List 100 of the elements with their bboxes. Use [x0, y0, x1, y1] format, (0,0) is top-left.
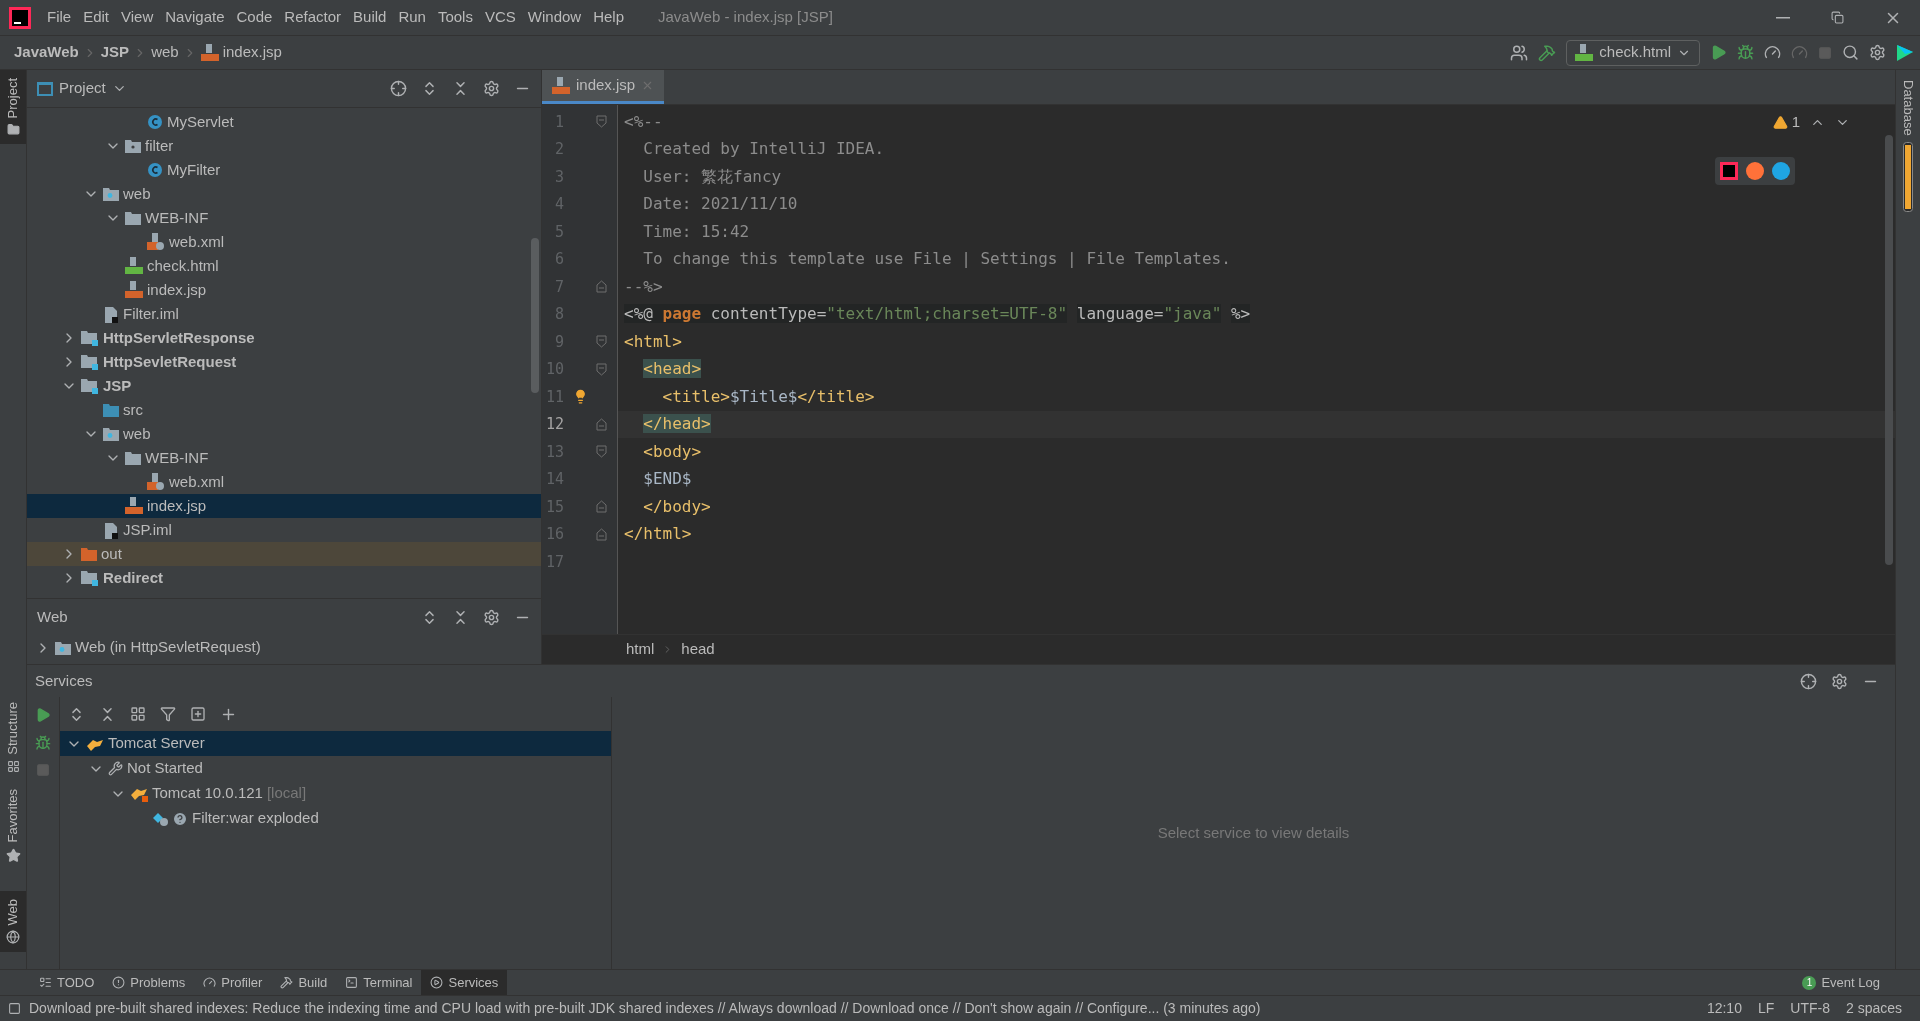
tool-tab[interactable]: Problems	[103, 969, 195, 996]
tree-item[interactable]: filter	[145, 134, 174, 158]
jsp-file-icon	[552, 76, 570, 95]
tree-item[interactable]: HttpServletResponse	[103, 326, 255, 350]
status-item[interactable]: 2 spaces	[1845, 998, 1902, 1019]
tree-item[interactable]: web	[123, 182, 151, 206]
tree-item[interactable]: WEB-INF	[145, 446, 209, 470]
menu-item[interactable]: Navigate	[159, 6, 231, 29]
event-log-button[interactable]: 1 Event Log	[1802, 972, 1880, 993]
breadcrumb[interactable]: head	[681, 638, 715, 661]
locate-icon[interactable]	[390, 80, 407, 97]
settings-icon[interactable]	[483, 80, 500, 97]
tool-tab[interactable]: TODO	[30, 969, 104, 996]
code-line: Time: 15:42	[642, 220, 750, 243]
tool-tab[interactable]: Terminal	[336, 969, 422, 996]
restore-icon	[1831, 11, 1844, 24]
tree-item[interactable]: index.jsp	[147, 278, 207, 302]
menu-item[interactable]: Run	[392, 6, 432, 29]
menu-item[interactable]: Tools	[431, 6, 479, 29]
menu-item[interactable]: Window	[521, 6, 588, 29]
status-item[interactable]: LF	[1757, 998, 1775, 1019]
tool-tab[interactable]: Services	[421, 969, 508, 996]
folder-icon	[6, 123, 20, 137]
settings-icon[interactable]	[483, 608, 500, 626]
memory-indicator-icon	[1903, 141, 1913, 212]
service-location: [local]	[266, 783, 307, 804]
line-number: 12	[544, 414, 564, 435]
service-item[interactable]: Tomcat Server	[108, 732, 205, 755]
panel-title: Services	[35, 670, 93, 691]
tree-item[interactable]: web.xml	[169, 470, 224, 494]
settings-icon[interactable]	[1869, 44, 1886, 61]
menu-item[interactable]: View	[115, 6, 160, 29]
tree-item[interactable]: MyFilter	[167, 158, 221, 182]
tool-window-tab[interactable]: Favorites	[3, 789, 23, 843]
iml-file-icon	[103, 521, 119, 539]
status-item[interactable]: UTF-8	[1790, 998, 1830, 1019]
panel-toggle-icon[interactable]	[8, 1002, 21, 1015]
tree-item[interactable]: HttpSevletRequest	[103, 350, 237, 374]
editor-tab[interactable]: index.jsp	[542, 70, 665, 104]
service-item[interactable]: Not Started	[127, 757, 203, 780]
run-icon[interactable]	[35, 707, 51, 723]
run-icon[interactable]	[1710, 44, 1727, 61]
globe-icon	[6, 930, 20, 945]
tree-item[interactable]: MyServlet	[167, 110, 234, 134]
locate-icon[interactable]	[1800, 672, 1817, 690]
status-item[interactable]: 12:10	[1706, 998, 1742, 1019]
tool-window-tab[interactable]: Structure	[3, 702, 23, 756]
tool-tab[interactable]: Profiler	[194, 969, 272, 996]
code-line: <%@ page contentType="text/html;charset=UTF-8" language="java" %>	[624, 303, 1251, 326]
module-icon	[81, 354, 99, 370]
toolbox-logo[interactable]	[1896, 43, 1914, 62]
folder-icon	[125, 211, 141, 225]
menu-item[interactable]: File	[41, 6, 78, 29]
debug-icon[interactable]	[1737, 44, 1754, 61]
menu-item[interactable]: Refactor	[278, 6, 348, 29]
folder-icon	[125, 451, 141, 465]
breadcrumb[interactable]: html	[626, 638, 655, 661]
menu-item[interactable]: Edit	[77, 6, 116, 29]
artifact-icon	[152, 810, 170, 827]
service-item[interactable]: Tomcat 10.0.121	[152, 782, 263, 805]
question-icon	[172, 810, 188, 827]
breadcrumb[interactable]: JSP	[100, 41, 130, 64]
tree-item[interactable]: Filter.iml	[123, 302, 179, 326]
breadcrumb[interactable]: web	[151, 41, 179, 64]
menu-item[interactable]: Code	[230, 6, 279, 29]
search-icon[interactable]	[1842, 44, 1859, 61]
tree-item[interactable]: WEB-INF	[145, 206, 209, 230]
tool-window-tab[interactable]: Database	[1898, 80, 1918, 136]
tool-tab[interactable]: Build	[271, 969, 337, 996]
service-item[interactable]: Filter:war exploded	[192, 807, 319, 830]
filter-icon[interactable]	[160, 706, 176, 722]
tree-item[interactable]: web.xml	[169, 230, 224, 254]
code-line: <%--	[624, 110, 663, 133]
menu-item[interactable]: Help	[587, 6, 631, 29]
tree-item[interactable]: Redirect	[103, 566, 164, 590]
debug-icon[interactable]	[35, 735, 51, 751]
build-icon[interactable]	[1538, 43, 1557, 62]
star-icon	[5, 847, 21, 863]
tree-item[interactable]: JSP	[103, 374, 132, 398]
menu-item[interactable]: VCS	[478, 6, 522, 29]
warning-count[interactable]: 1	[1791, 111, 1800, 134]
tree-item[interactable]: out	[101, 542, 122, 566]
breadcrumb[interactable]: index.jsp	[200, 41, 282, 64]
users-icon[interactable]	[1510, 43, 1529, 62]
tree-item[interactable]: src	[123, 398, 143, 422]
tree-item[interactable]: JSP.iml	[123, 518, 172, 542]
panel-title[interactable]: Project	[59, 77, 106, 100]
breadcrumb[interactable]: JavaWeb	[14, 41, 79, 64]
add-icon[interactable]	[190, 706, 206, 722]
menu-item[interactable]: Build	[347, 6, 393, 29]
settings-icon[interactable]	[1831, 672, 1848, 690]
tree-item[interactable]: Web (in HttpSevletRequest)	[75, 636, 261, 659]
alert-icon	[112, 976, 126, 989]
code-line: <body>	[642, 440, 702, 463]
tree-item[interactable]: index.jsp	[147, 494, 207, 518]
tree-item[interactable]: check.html	[147, 254, 219, 278]
tree-item[interactable]: web	[123, 422, 151, 446]
xml-file-icon	[147, 473, 165, 491]
group-icon[interactable]	[130, 706, 146, 722]
run-config-dropdown[interactable]: check.html	[1566, 39, 1700, 66]
